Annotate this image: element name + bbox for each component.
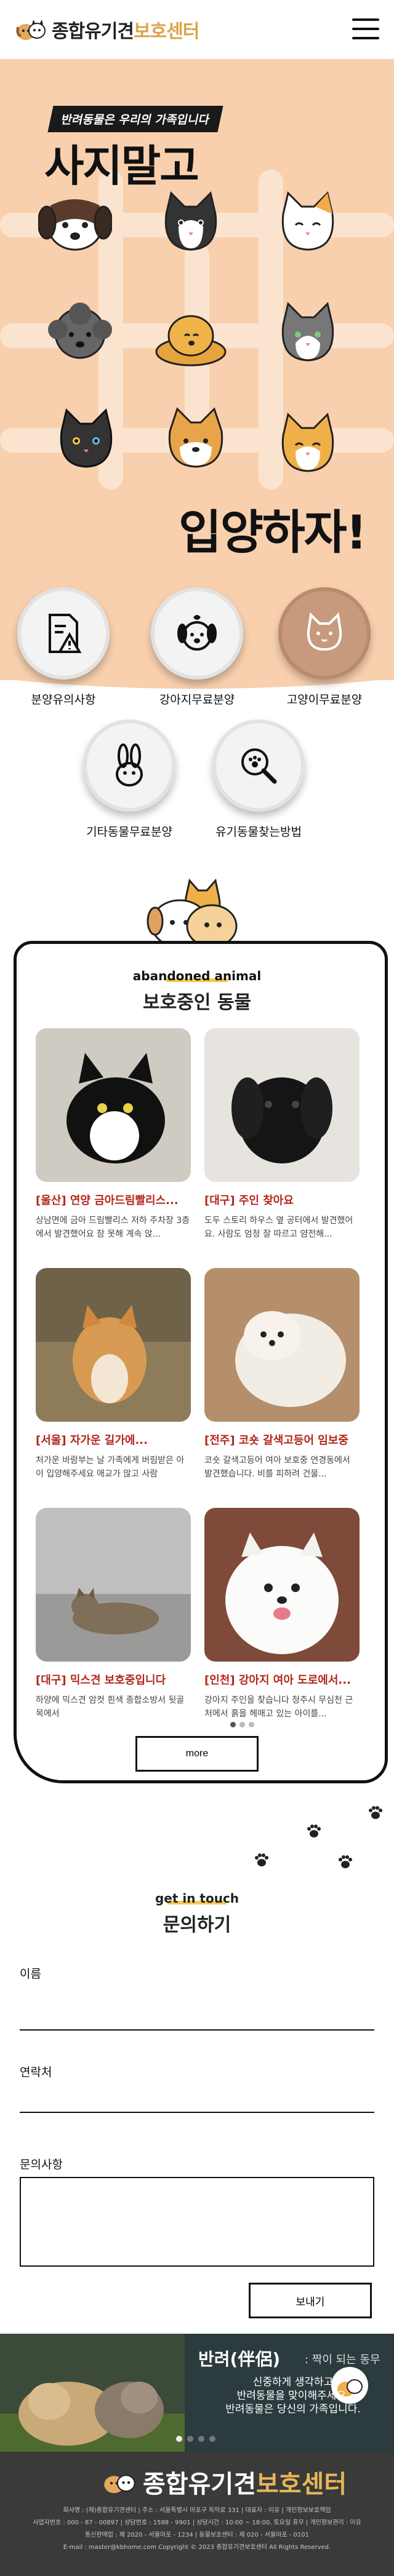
- animal-card-title: [전주] 코숏 갈색고등어 임보중: [204, 1434, 348, 1447]
- animal-card-desc: 코숏 갈색고등어 여아 보호중 연경동에서 발견했습니다. 비를 피하려 건물.…: [204, 1456, 350, 1479]
- hero-title-bottom: 입양하자!: [179, 505, 367, 560]
- animal-card[interactable]: [대구] 믹스견 보호중입니다 하양에 믹스견 암컷 흰색 종합소방서 뒷골목에…: [36, 1508, 191, 1721]
- category-label: 분양유의사항: [31, 693, 96, 707]
- banner-line: 반려동물은 당신의 가족입니다.: [225, 2403, 361, 2415]
- more-button[interactable]: more: [135, 1736, 259, 1772]
- card-pagination[interactable]: [230, 1722, 254, 1727]
- animal-card-desc: 상남면에 금아 드림빨리스 저하 주차장 3층에서 발견했어요 잠 못해 계속 …: [36, 1216, 190, 1239]
- category-adoption-notice[interactable]: 분양유의사항: [17, 587, 110, 707]
- category-label: 유기동물찾는방법: [215, 825, 302, 839]
- category-free-dog-adoption[interactable]: 강아지무료분양: [151, 587, 243, 707]
- footer-info-line: 통신판매업 : 제 2020 - 서울마포 - 1234 | 동물보호센터 : …: [84, 2532, 310, 2538]
- animal-card-desc: 도두 스토리 하우스 옆 공터에서 발견했어요. 사람도 엄청 잘 따르고 얌전…: [204, 1216, 353, 1239]
- companion-banner: 반려(伴侶) : 짝이 되는 동무 신중하게 생각하고 반려동물을 맞이해주세요…: [0, 2334, 394, 2452]
- contact-en-title: get in touch: [0, 1891, 394, 1906]
- animal-photo: [204, 1028, 360, 1182]
- dog-cat-photo: [0, 2334, 185, 2452]
- document-warning-icon: [49, 614, 82, 653]
- category-find-lost-pet[interactable]: 유기동물찾는방법: [212, 719, 305, 839]
- paw-icon: [339, 1855, 352, 1868]
- send-button[interactable]: 보내기: [249, 2283, 372, 2318]
- message-field[interactable]: [20, 2177, 374, 2267]
- dog-cat-logo-icon: [104, 2475, 135, 2494]
- animal-card[interactable]: [울산] 연양 금아드림빨리스... 상남면에 금아 드림빨리스 저하 주차장 …: [36, 1028, 191, 1241]
- footer-logo-main: 종합유기견: [143, 2470, 256, 2499]
- animal-card[interactable]: [전주] 코숏 갈색고등어 임보중 코숏 갈색고등어 여아 보호중 연경동에서 …: [204, 1268, 360, 1481]
- animal-photo: [204, 1508, 360, 1662]
- animal-card-desc: 처가운 바람부는 날 가족에게 버림받은 아이 입양해주세요 애교가 많고 사람: [36, 1456, 185, 1479]
- shiba-dog-icon: [168, 407, 223, 468]
- footer-info-line: 사업자번호 : 000 - 87 - 00897 | 상담번호 : 1588 -…: [33, 2519, 361, 2526]
- logo-main-text: 종합유기견: [52, 21, 134, 42]
- paw-icon: [369, 1806, 382, 1819]
- animal-card-title: [대구] 믹스견 보호중입니다: [36, 1674, 166, 1687]
- shelter-en-title: abandoned animal: [0, 969, 394, 983]
- site-header: 종합유기견보호센터: [0, 0, 394, 59]
- category-label: 고양이무료분양: [286, 693, 363, 707]
- animal-card[interactable]: [서울] 자가운 길가에... 처가운 바람부는 날 가족에게 버림받은 아이 …: [36, 1268, 191, 1481]
- shelter-heading: abandoned animal 보호중인 동물: [0, 969, 394, 1014]
- search-paw-icon: [241, 748, 277, 784]
- animal-card-title: [울산] 연양 금아드림빨리스...: [36, 1194, 179, 1207]
- hamburger-menu-icon[interactable]: [352, 18, 379, 39]
- paw-icon: [255, 1853, 268, 1866]
- banner-subtitle: : 짝이 되는 동무: [305, 2353, 380, 2366]
- site-footer: 종합유기견보호센터 회사명 : (재)종합유기견센터 | 주소 : 서울특별시 …: [0, 2452, 394, 2576]
- banner-title: 반려(伴侶): [198, 2349, 281, 2369]
- footer-logo-accent: 보호센터: [256, 2470, 347, 2499]
- name-label: 이름: [20, 1967, 41, 1981]
- tricolor-dog-icon: [38, 199, 112, 251]
- logo[interactable]: 종합유기견보호센터: [15, 16, 199, 43]
- animal-photo: [204, 1268, 360, 1422]
- banner-line: 반려동물을 맞이해주세요.: [236, 2390, 350, 2402]
- animal-card-title: [대구] 주인 찾아요: [204, 1194, 294, 1207]
- hero-title-top: 사지말고: [44, 141, 199, 191]
- animal-card[interactable]: [인천] 강아지 여아 도로에서... 강아지 주인을 찾습니다 청주시 무심천…: [204, 1508, 360, 1721]
- animal-card-desc: 강아지 주인을 찾습니다 청주시 무심천 근처에서 흙을 헤매고 있는 아이를.…: [204, 1695, 353, 1719]
- black-cat-icon: [60, 408, 113, 468]
- dog-face-icon: [177, 615, 217, 651]
- animal-photo: [36, 1268, 191, 1422]
- golden-dog-lying-icon: [155, 315, 227, 367]
- message-label: 문의사항: [20, 2158, 63, 2171]
- hero-tagline: 반려동물은 우리의 가족입니다: [47, 106, 224, 132]
- category-label: 강아지무료분양: [159, 693, 235, 707]
- category-label: 기타동물무료분양: [86, 825, 172, 839]
- phone-label: 연락처: [20, 2066, 52, 2079]
- orange-cat-icon: [281, 413, 334, 472]
- animal-card-title: [인천] 강아지 여아 도로에서...: [204, 1674, 351, 1687]
- banner-body: 신중하게 생각하고 반려동물을 맞이해주세요. 반려동물은 당신의 가족입니다.: [219, 2376, 367, 2416]
- dog-cat-logo-icon: [16, 20, 46, 40]
- name-field[interactable]: [20, 2006, 374, 2031]
- tuxedo-cat-icon: [164, 191, 217, 251]
- paw-icon: [307, 1825, 321, 1837]
- animal-card-title: [서울] 자가운 길가에...: [36, 1434, 148, 1447]
- logo-accent-text: 보호센터: [134, 21, 199, 42]
- rabbit-icon: [116, 743, 143, 787]
- banner-line: 신중하게 생각하고: [252, 2376, 334, 2388]
- footer-info-line: 회사명 : (재)종합유기견센터 | 주소 : 서울특별시 마포구 독막로 33…: [63, 2507, 331, 2514]
- footer-copyright: E-mail : master@kbhome.com Copyright © 2…: [63, 2544, 331, 2551]
- contact-heading: get in touch 문의하기: [0, 1891, 394, 1936]
- gray-poodle-icon: [48, 303, 112, 359]
- contact-ko-title: 문의하기: [163, 1914, 231, 1936]
- animal-card-desc: 하양에 믹스견 암컷 흰색 종합소방서 뒷골목에서: [36, 1695, 185, 1719]
- phone-field[interactable]: [20, 2088, 374, 2113]
- animal-photo: [36, 1508, 191, 1662]
- animal-photo: [36, 1028, 191, 1182]
- cat-face-icon: [307, 612, 342, 651]
- category-free-cat-adoption[interactable]: 고양이무료분양: [278, 587, 371, 707]
- white-cat-icon: [281, 191, 334, 251]
- shelter-ko-title: 보호중인 동물: [142, 992, 252, 1013]
- gray-white-cat-icon: [281, 302, 334, 362]
- footer-company-info: 회사명 : (재)종합유기견센터 | 주소 : 서울특별시 마포구 독막로 33…: [15, 2505, 379, 2554]
- animal-card[interactable]: [대구] 주인 찾아요 도두 스토리 하우스 옆 공터에서 발견했어요. 사람도…: [204, 1028, 360, 1241]
- banner-pagination[interactable]: [176, 2436, 215, 2442]
- footer-logo[interactable]: 종합유기견보호센터: [102, 2464, 347, 2500]
- category-free-other-adoption[interactable]: 기타동물무료분양: [83, 719, 175, 839]
